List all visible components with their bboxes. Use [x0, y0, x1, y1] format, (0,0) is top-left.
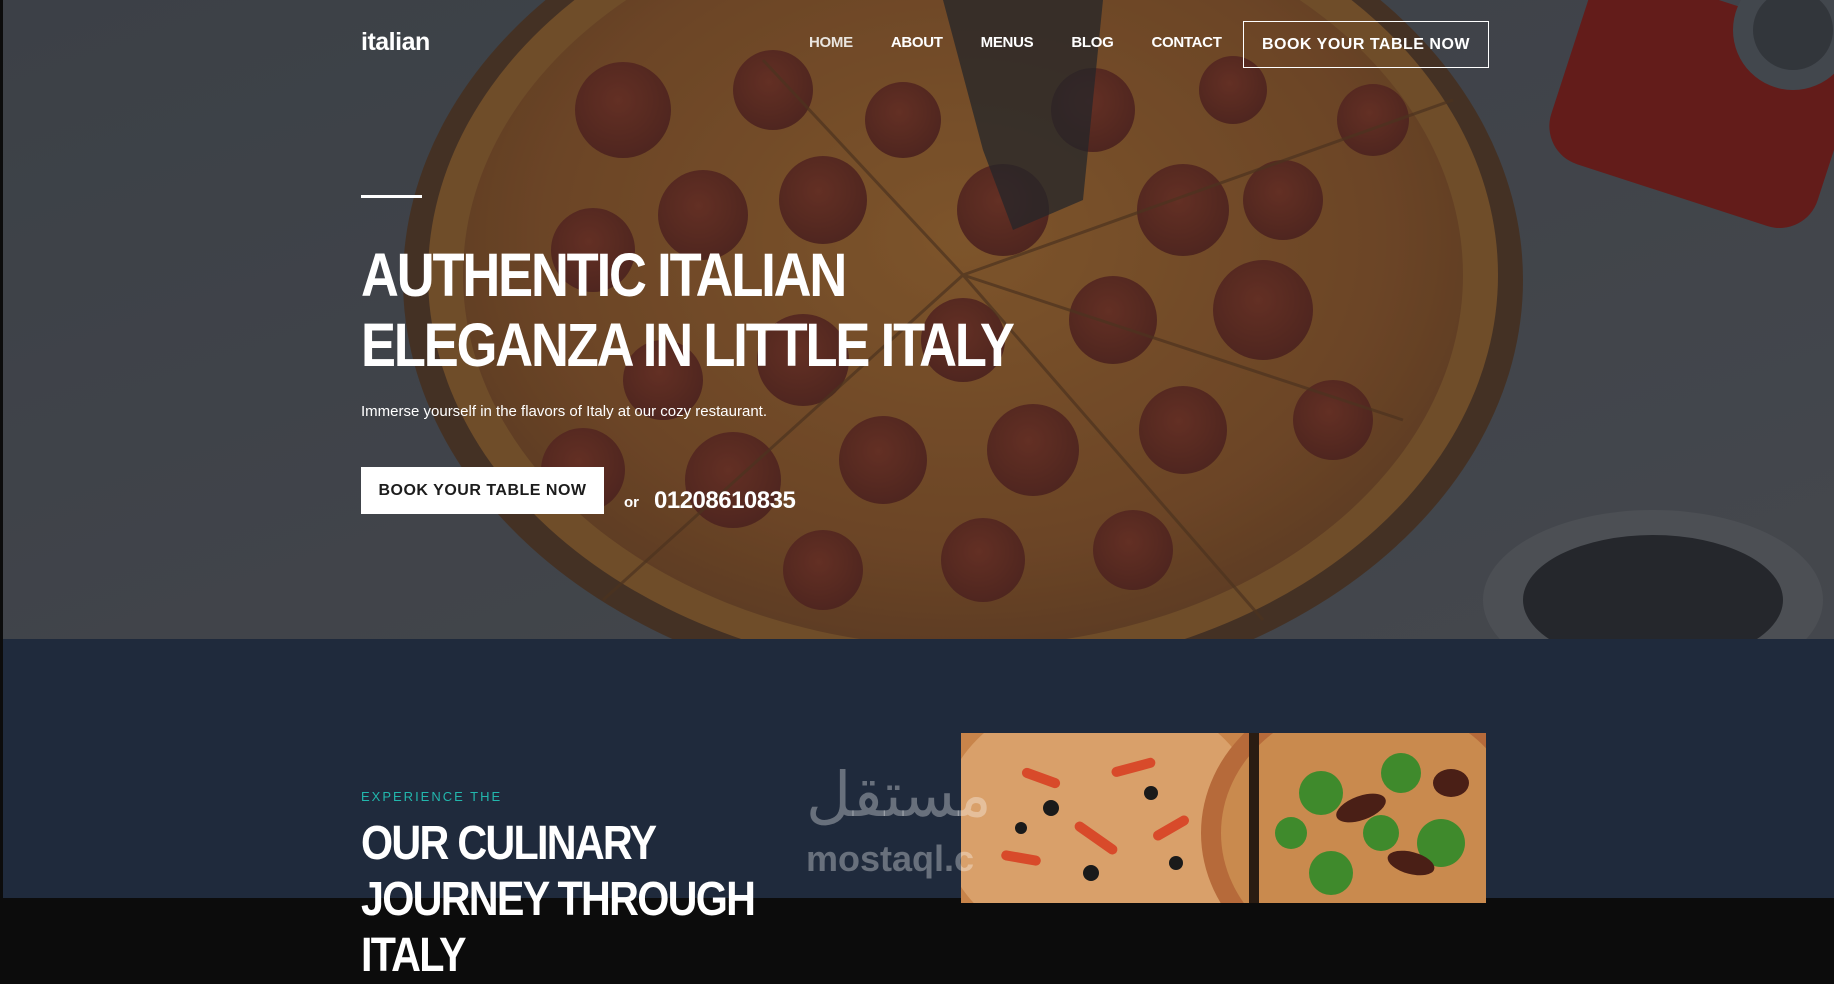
nav-about[interactable]: ABOUT: [891, 34, 943, 51]
hero-or-text: or: [624, 494, 639, 511]
hero-phone-number[interactable]: 01208610835: [654, 487, 796, 515]
nav-contact[interactable]: CONTACT: [1151, 34, 1221, 51]
site-header: italian HOME ABOUT MENUS BLOG CONTACT BO…: [3, 0, 1834, 90]
hero-title: AUTHENTIC ITALIAN ELEGANZA IN LITTLE ITA…: [361, 241, 1015, 379]
hero-subtitle: Immerse yourself in the flavors of Italy…: [361, 403, 767, 420]
watermark-logo-arabic: مستقل: [806, 758, 992, 831]
nav-menus[interactable]: MENUS: [981, 34, 1034, 51]
nav-blog[interactable]: BLOG: [1071, 34, 1113, 51]
nav-home[interactable]: HOME: [809, 34, 853, 51]
two-pizzas-image: [961, 733, 1486, 903]
hero-book-table-button[interactable]: BOOK YOUR TABLE NOW: [361, 467, 604, 514]
hero-section: italian HOME ABOUT MENUS BLOG CONTACT BO…: [3, 0, 1834, 639]
hero-divider: [361, 195, 422, 198]
header-book-table-button[interactable]: BOOK YOUR TABLE NOW: [1243, 21, 1489, 68]
about-eyebrow: EXPERIENCE THE: [361, 789, 503, 804]
main-nav: HOME ABOUT MENUS BLOG CONTACT: [809, 34, 1260, 51]
logo[interactable]: italian: [361, 28, 430, 57]
watermark-logo-latin: mostaql.c: [806, 838, 975, 879]
about-title: OUR CULINARY JOURNEY THROUGH ITALY: [361, 817, 756, 982]
